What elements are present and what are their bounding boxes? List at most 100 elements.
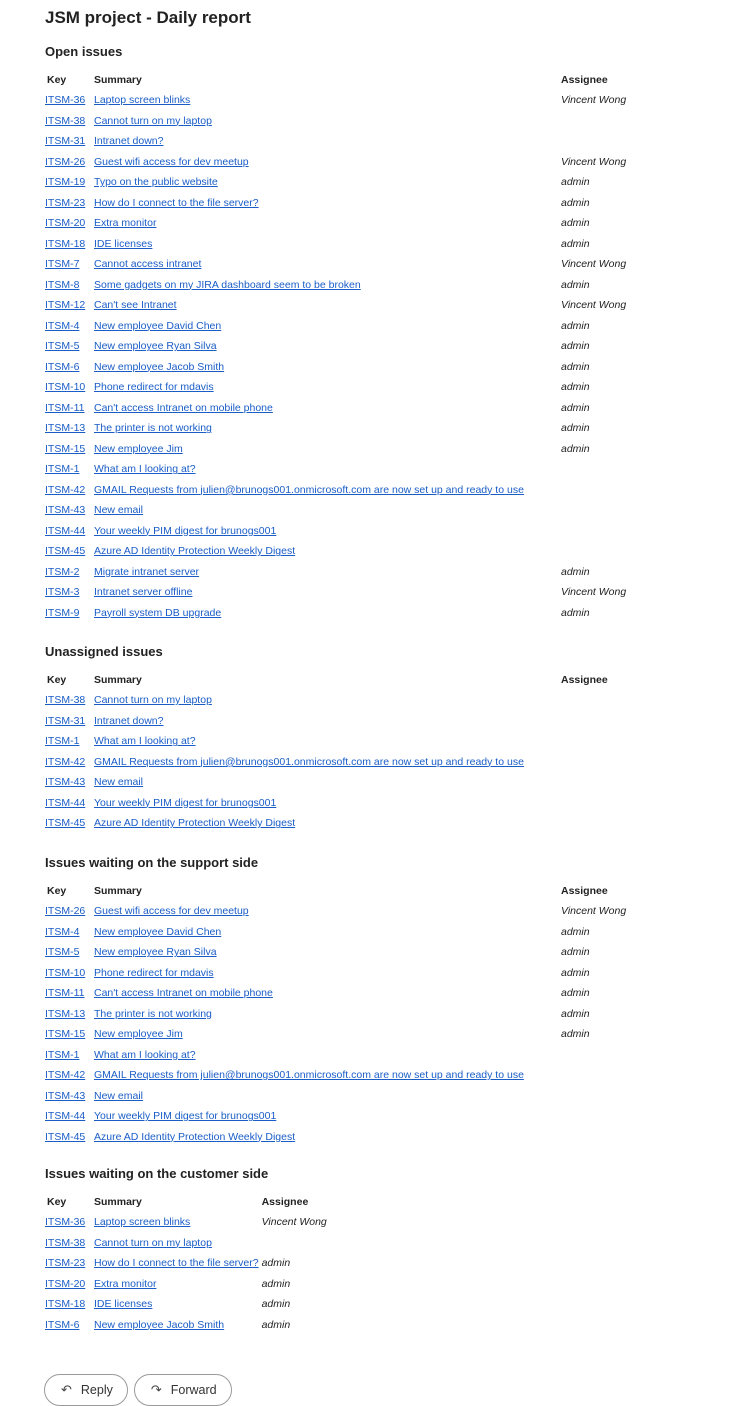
issue-summary-link[interactable]: GMAIL Requests from julien@brunogs001.on…: [94, 756, 524, 768]
issue-summary-link[interactable]: Your weekly PIM digest for brunogs001: [94, 525, 276, 537]
issue-key-link[interactable]: ITSM-11: [45, 987, 84, 999]
issue-summary-link[interactable]: Extra monitor: [94, 1278, 156, 1290]
issue-summary-link[interactable]: Laptop screen blinks: [94, 94, 190, 106]
issue-summary-link[interactable]: New employee Ryan Silva: [94, 946, 217, 958]
issue-summary-link[interactable]: Intranet server offline: [94, 586, 192, 598]
issue-summary-link[interactable]: New employee Ryan Silva: [94, 340, 217, 352]
issue-key-link[interactable]: ITSM-5: [45, 340, 79, 352]
issue-summary-link[interactable]: GMAIL Requests from julien@brunogs001.on…: [94, 1069, 524, 1081]
issue-key-link[interactable]: ITSM-38: [45, 1237, 85, 1249]
issue-key-link[interactable]: ITSM-18: [45, 1298, 85, 1310]
issue-summary-link[interactable]: Azure AD Identity Protection Weekly Dige…: [94, 817, 295, 829]
issue-summary-link[interactable]: Phone redirect for mdavis: [94, 967, 214, 979]
issue-summary-link[interactable]: Your weekly PIM digest for brunogs001: [94, 1110, 276, 1122]
issue-key-link[interactable]: ITSM-36: [45, 1216, 85, 1228]
issue-key-link[interactable]: ITSM-38: [45, 694, 85, 706]
issue-key-link[interactable]: ITSM-45: [45, 545, 85, 557]
issue-key-link[interactable]: ITSM-45: [45, 1131, 85, 1143]
issue-key-link[interactable]: ITSM-4: [45, 926, 79, 938]
issue-summary-link[interactable]: Intranet down?: [94, 135, 163, 147]
issue-key-link[interactable]: ITSM-23: [45, 197, 85, 209]
reply-button[interactable]: ↶ Reply: [44, 1374, 128, 1406]
issue-summary-link[interactable]: What am I looking at?: [94, 735, 196, 747]
issue-key-link[interactable]: ITSM-26: [45, 905, 85, 917]
issue-key-link[interactable]: ITSM-43: [45, 1090, 85, 1102]
issue-key-link[interactable]: ITSM-43: [45, 504, 85, 516]
issue-summary-link[interactable]: Some gadgets on my JIRA dashboard seem t…: [94, 279, 361, 291]
issue-key-link[interactable]: ITSM-2: [45, 566, 79, 578]
forward-button[interactable]: ↷ Forward: [133, 1374, 232, 1406]
issue-key-link[interactable]: ITSM-3: [45, 586, 79, 598]
issue-summary-link[interactable]: Can't see Intranet: [94, 299, 177, 311]
issue-key-link[interactable]: ITSM-10: [45, 967, 85, 979]
issue-key-link[interactable]: ITSM-12: [45, 299, 85, 311]
issue-key-link[interactable]: ITSM-8: [45, 279, 79, 291]
issue-summary-link[interactable]: Cannot turn on my laptop: [94, 1237, 212, 1249]
issue-key-link[interactable]: ITSM-15: [45, 1028, 85, 1040]
issue-key-link[interactable]: ITSM-1: [45, 735, 79, 747]
issue-summary-link[interactable]: Azure AD Identity Protection Weekly Dige…: [94, 545, 295, 557]
issue-key-link[interactable]: ITSM-20: [45, 217, 85, 229]
issue-summary-link[interactable]: Cannot turn on my laptop: [94, 694, 212, 706]
issue-summary-link[interactable]: Cannot turn on my laptop: [94, 115, 212, 127]
issue-key-link[interactable]: ITSM-15: [45, 443, 85, 455]
issue-key-link[interactable]: ITSM-42: [45, 756, 85, 768]
issue-key-link[interactable]: ITSM-6: [45, 1319, 79, 1331]
issue-key-link[interactable]: ITSM-1: [45, 1049, 79, 1061]
issue-summary-link[interactable]: Phone redirect for mdavis: [94, 381, 214, 393]
issue-summary-link[interactable]: New employee David Chen: [94, 926, 221, 938]
issue-summary-link[interactable]: Migrate intranet server: [94, 566, 199, 578]
issue-key-link[interactable]: ITSM-44: [45, 797, 85, 809]
issue-summary-link[interactable]: New employee Jim: [94, 443, 183, 455]
issue-key-link[interactable]: ITSM-31: [45, 715, 85, 727]
issue-summary-link[interactable]: GMAIL Requests from julien@brunogs001.on…: [94, 484, 524, 496]
issue-key-link[interactable]: ITSM-36: [45, 94, 85, 106]
issue-summary-link[interactable]: Can't access Intranet on mobile phone: [94, 402, 273, 414]
issue-summary-link[interactable]: Azure AD Identity Protection Weekly Dige…: [94, 1131, 295, 1143]
issue-summary-link[interactable]: New employee Jim: [94, 1028, 183, 1040]
issue-summary-link[interactable]: Intranet down?: [94, 715, 163, 727]
issue-key-link[interactable]: ITSM-7: [45, 258, 79, 270]
issue-summary-link[interactable]: How do I connect to the file server?: [94, 197, 259, 209]
issue-summary-link[interactable]: New email: [94, 1090, 143, 1102]
issue-key-link[interactable]: ITSM-6: [45, 361, 79, 373]
issue-summary-link[interactable]: New email: [94, 776, 143, 788]
issue-summary-link[interactable]: How do I connect to the file server?: [94, 1257, 259, 1269]
issue-key-link[interactable]: ITSM-42: [45, 1069, 85, 1081]
issue-summary-link[interactable]: New employee Jacob Smith: [94, 1319, 224, 1331]
issue-summary-link[interactable]: Guest wifi access for dev meetup: [94, 156, 249, 168]
issue-summary-link[interactable]: The printer is not working: [94, 422, 212, 434]
issue-key-link[interactable]: ITSM-1: [45, 463, 79, 475]
issue-key-link[interactable]: ITSM-9: [45, 607, 79, 619]
issue-key-link[interactable]: ITSM-43: [45, 776, 85, 788]
issue-summary-link[interactable]: IDE licenses: [94, 1298, 152, 1310]
issue-key-link[interactable]: ITSM-44: [45, 525, 85, 537]
issue-summary-link[interactable]: Extra monitor: [94, 217, 156, 229]
issue-key-link[interactable]: ITSM-26: [45, 156, 85, 168]
issue-summary-link[interactable]: Laptop screen blinks: [94, 1216, 190, 1228]
issue-key-link[interactable]: ITSM-31: [45, 135, 85, 147]
issue-summary-link[interactable]: What am I looking at?: [94, 463, 196, 475]
issue-summary-link[interactable]: Guest wifi access for dev meetup: [94, 905, 249, 917]
issue-key-link[interactable]: ITSM-42: [45, 484, 85, 496]
issue-summary-link[interactable]: Payroll system DB upgrade: [94, 607, 221, 619]
issue-key-link[interactable]: ITSM-5: [45, 946, 79, 958]
issue-key-link[interactable]: ITSM-19: [45, 176, 85, 188]
issue-key-link[interactable]: ITSM-45: [45, 817, 85, 829]
issue-key-link[interactable]: ITSM-18: [45, 238, 85, 250]
issue-summary-link[interactable]: Typo on the public website: [94, 176, 218, 188]
issue-summary-link[interactable]: Cannot access intranet: [94, 258, 201, 270]
issue-summary-link[interactable]: What am I looking at?: [94, 1049, 196, 1061]
issue-key-link[interactable]: ITSM-11: [45, 402, 84, 414]
issue-summary-link[interactable]: New employee Jacob Smith: [94, 361, 224, 373]
issue-key-link[interactable]: ITSM-10: [45, 381, 85, 393]
issue-key-link[interactable]: ITSM-13: [45, 422, 85, 434]
issue-key-link[interactable]: ITSM-38: [45, 115, 85, 127]
issue-key-link[interactable]: ITSM-44: [45, 1110, 85, 1122]
issue-summary-link[interactable]: New employee David Chen: [94, 320, 221, 332]
issue-key-link[interactable]: ITSM-13: [45, 1008, 85, 1020]
issue-summary-link[interactable]: Can't access Intranet on mobile phone: [94, 987, 273, 999]
issue-summary-link[interactable]: The printer is not working: [94, 1008, 212, 1020]
issue-summary-link[interactable]: IDE licenses: [94, 238, 152, 250]
issue-key-link[interactable]: ITSM-20: [45, 1278, 85, 1290]
